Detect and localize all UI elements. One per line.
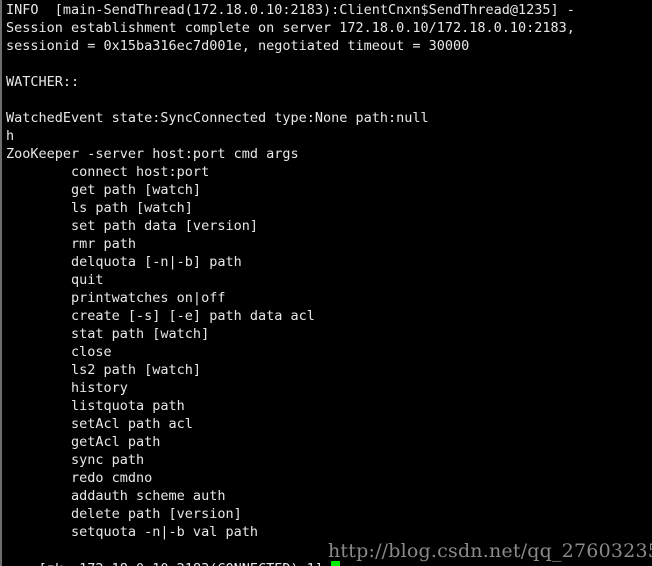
terminal-line: stat path [watch] (6, 326, 210, 342)
watermark-text: http://blog.csdn.net/qq_27603235 (328, 540, 652, 562)
terminal-line: get path [watch] (6, 182, 202, 198)
terminal-line: quit (6, 272, 104, 288)
terminal-window[interactable]: INFO [main-SendThread(172.18.0.10:2183):… (0, 0, 652, 566)
terminal-line: rmr path (6, 236, 137, 252)
terminal-line: h (6, 128, 15, 144)
terminal-line: sessionid = 0x15ba316ec7d001e, negotiate… (6, 38, 470, 54)
terminal-line: redo cmdno (6, 470, 153, 486)
terminal-line: Session establishment complete on server… (6, 20, 575, 36)
terminal-line: close (6, 344, 112, 360)
terminal-line: set path data [version] (6, 218, 258, 234)
terminal-line: printwatches on|off (6, 290, 226, 306)
terminal-line: listquota path (6, 398, 185, 414)
terminal-prompt-line[interactable]: [zk: 172.18.0.10:2183(CONNECTED) 1] (2, 542, 341, 566)
terminal-line: setAcl path acl (6, 416, 193, 432)
terminal-line: history (6, 380, 128, 396)
terminal-line: ZooKeeper -server host:port cmd args (6, 146, 299, 162)
terminal-line: getAcl path (6, 434, 161, 450)
terminal-line: WATCHER:: (6, 74, 80, 90)
terminal-line: delete path [version] (6, 506, 242, 522)
terminal-line: delquota [-n|-b] path (6, 254, 242, 270)
terminal-scrollback: INFO [main-SendThread(172.18.0.10:2183):… (2, 1, 652, 541)
block-cursor-icon (331, 561, 341, 566)
terminal-line: create [-s] [-e] path data acl (6, 308, 315, 324)
terminal-line: WatchedEvent state:SyncConnected type:No… (6, 110, 429, 126)
terminal-line: INFO [main-SendThread(172.18.0.10:2183):… (6, 2, 575, 18)
terminal-line: sync path (6, 452, 145, 468)
terminal-line: addauth scheme auth (6, 488, 226, 504)
terminal-line: ls path [watch] (6, 200, 193, 216)
prompt-label: [zk: 172.18.0.10:2183(CONNECTED) 1] (39, 561, 332, 566)
terminal-line: ls2 path [watch] (6, 362, 202, 378)
terminal-line: setquota -n|-b val path (6, 524, 258, 540)
terminal-line: connect host:port (6, 164, 210, 180)
